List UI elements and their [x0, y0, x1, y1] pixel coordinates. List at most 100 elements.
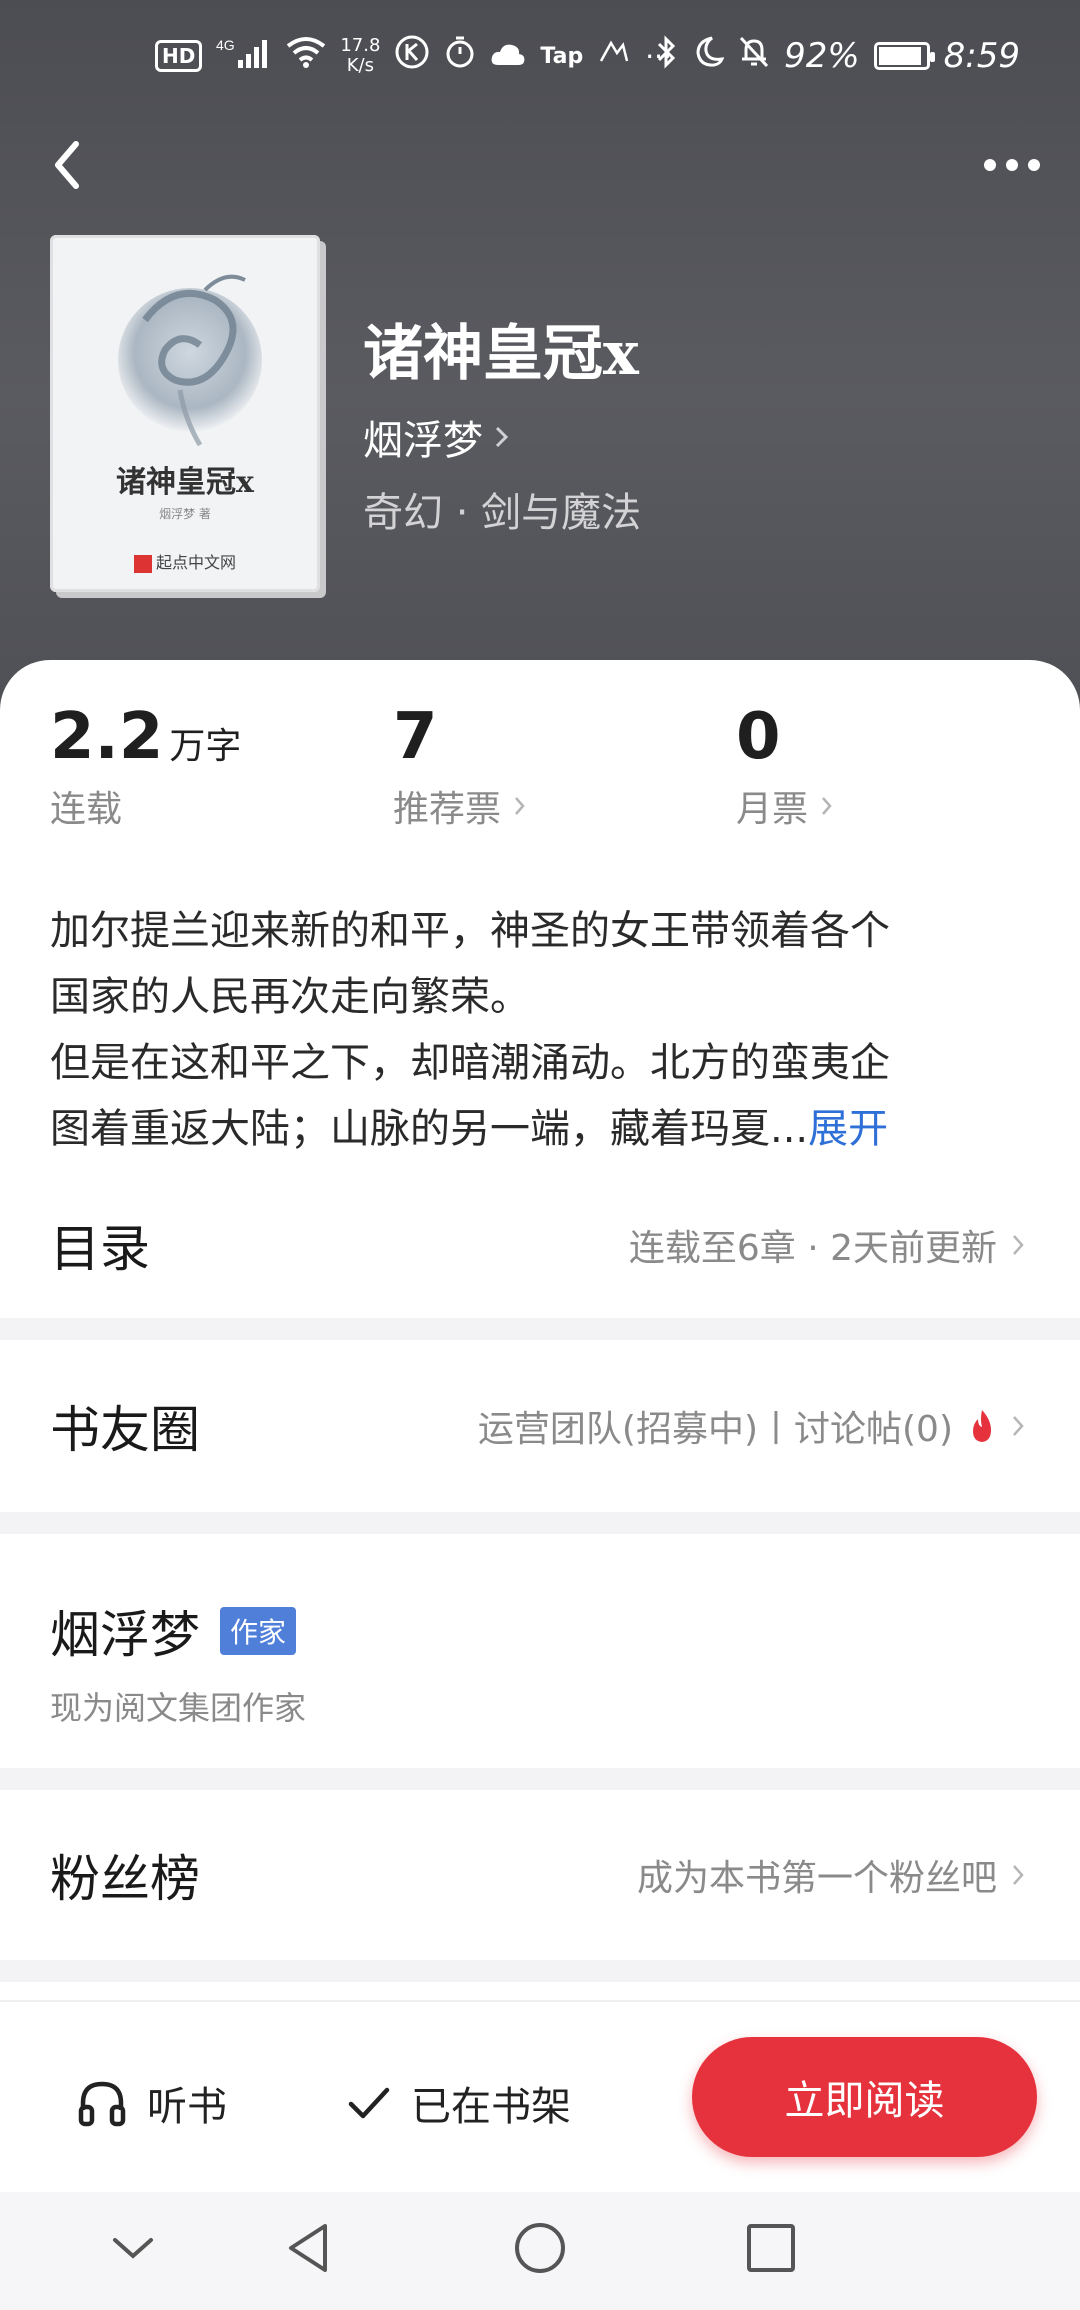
community-row[interactable]: 书友圈 运营团队(招募中)丨讨论帖(0)	[0, 1340, 1080, 1512]
net-speed-value: 17.8	[340, 35, 381, 56]
listen-button[interactable]: 听书	[75, 2074, 227, 2132]
triangle-back-icon[interactable]	[283, 2220, 333, 2276]
toc-info: 连载至6章 · 2天前更新	[629, 1219, 1025, 1271]
author-name: 烟浮梦	[50, 1606, 200, 1664]
serial-status-label: 连载	[50, 780, 241, 832]
status-right: 92% 8:59	[656, 34, 1020, 78]
recommend-votes-text: 推荐票	[393, 789, 502, 830]
k-app-icon	[394, 34, 430, 78]
bookshelf-label: 已在书架	[411, 2084, 571, 2130]
toc-info-text: 连载至6章 · 2天前更新	[628, 1228, 997, 1269]
book-description[interactable]: 加尔提兰迎来新的和平，神圣的女王带领着各个 国家的人民再次走向繁荣。 但是在这和…	[50, 898, 1030, 1162]
checkmark-icon	[348, 2087, 390, 2119]
signal-icon: 4G	[216, 36, 272, 77]
community-title: 书友圈	[50, 1401, 200, 1459]
word-count-value: 2.2	[50, 700, 164, 774]
fans-title: 粉丝榜	[50, 1850, 200, 1908]
monthly-votes-label: 月票	[736, 780, 834, 832]
publisher-logo-icon	[133, 554, 152, 573]
author-subtitle: 现为阅文集团作家	[50, 1689, 307, 1727]
chevron-right-icon	[1013, 1865, 1024, 1885]
more-options-button[interactable]	[972, 145, 1052, 185]
book-genre: 奇幻 · 剑与魔法	[363, 490, 642, 536]
status-bar: HD 4G 17.8 K/s Tap ··· 92% 8:59	[0, 28, 1080, 98]
cover-author: 烟浮梦 著	[159, 507, 211, 521]
circle-home-icon[interactable]	[512, 2220, 568, 2276]
chevron-right-icon	[1013, 1235, 1024, 1255]
monthly-votes-value: 0	[736, 700, 781, 774]
serial-status-text: 连载	[50, 789, 123, 830]
toc-row[interactable]: 目录 连载至6章 · 2天前更新	[0, 1200, 1080, 1290]
chevron-right-icon	[495, 426, 509, 448]
description-line-text: 图着重返大陆；山脉的另一端，藏着玛夏...	[50, 1106, 809, 1152]
chevron-right-icon	[1013, 1416, 1024, 1436]
battery-fill	[878, 47, 921, 65]
read-now-button[interactable]: 立即阅读	[692, 2037, 1037, 2157]
cloud-icon	[490, 37, 526, 75]
description-line-last: 图着重返大陆；山脉的另一端，藏着玛夏...展开	[50, 1096, 1030, 1162]
hd-badge: HD	[155, 40, 203, 72]
monthly-votes-stat[interactable]: 0 月票	[736, 700, 834, 832]
book-cover[interactable]: 诸神皇冠x 烟浮梦 著 起点中文网	[50, 235, 320, 592]
author-name-line: 烟浮梦 作家	[50, 1595, 306, 1667]
more-dot	[984, 159, 996, 171]
recommend-votes-stat[interactable]: 7 推荐票	[393, 700, 527, 832]
notification-app-icon	[597, 37, 631, 75]
chevron-right-icon	[515, 797, 525, 815]
tap-app-badge: Tap	[540, 43, 584, 69]
timer-icon	[444, 35, 476, 77]
system-nav-bar	[0, 2192, 1080, 2310]
book-title: 诸神皇冠x	[363, 319, 639, 389]
net-speed-unit: K/s	[346, 55, 374, 76]
more-dot	[1028, 159, 1040, 171]
bottom-action-bar: 听书 已在书架 立即阅读	[0, 2000, 1080, 2192]
section-divider	[0, 1960, 1080, 1982]
clock: 8:59	[943, 36, 1020, 76]
back-button[interactable]	[42, 135, 92, 195]
community-info-text: 运营团队(招募中)丨讨论帖(0)	[477, 1409, 953, 1450]
flame-icon	[973, 1410, 991, 1442]
description-line: 国家的人民再次走向繁荣。	[50, 974, 530, 1020]
moon-icon	[692, 35, 725, 77]
description-line: 但是在这和平之下，却暗潮涌动。北方的蛮夷企	[50, 1040, 890, 1086]
cover-title: 诸神皇冠x	[116, 465, 254, 500]
toc-title: 目录	[50, 1220, 150, 1278]
word-count-unit: 万字	[169, 726, 242, 767]
description-line: 加尔提兰迎来新的和平，神圣的女王带领着各个	[50, 908, 890, 954]
book-author-link[interactable]: 烟浮梦	[363, 408, 511, 466]
recommend-votes-label: 推荐票	[393, 780, 527, 832]
bookshelf-button[interactable]: 已在书架	[345, 2074, 571, 2132]
section-divider	[0, 1512, 1080, 1534]
headphones-icon	[78, 2081, 126, 2127]
battery-percent: 92%	[784, 36, 860, 76]
expand-link[interactable]: 展开	[808, 1106, 888, 1152]
fans-row[interactable]: 粉丝榜 成为本书第一个粉丝吧	[0, 1790, 1080, 1960]
fans-info-text: 成为本书第一个粉丝吧	[636, 1858, 997, 1899]
listen-label: 听书	[147, 2084, 227, 2130]
book-header: HD 4G 17.8 K/s Tap ··· 92% 8:59 诸神皇冠x 烟浮…	[0, 0, 1080, 720]
community-info: 运营团队(招募中)丨讨论帖(0)	[478, 1400, 1025, 1452]
fans-info: 成为本书第一个粉丝吧	[637, 1849, 1025, 1901]
bell-muted-icon	[738, 35, 770, 77]
author-section[interactable]: 烟浮梦 作家 现为阅文集团作家	[50, 1595, 306, 1729]
cover-publisher: 起点中文网	[50, 549, 320, 573]
monthly-votes-text: 月票	[736, 789, 809, 830]
cover-publisher-name: 起点中文网	[155, 553, 236, 572]
cover-dragon-illustration	[118, 274, 262, 447]
battery-icon	[873, 42, 935, 70]
status-left: HD 4G 17.8 K/s Tap ···	[155, 34, 672, 78]
chevron-down-icon[interactable]	[110, 2234, 156, 2264]
section-divider	[0, 1768, 1080, 1790]
word-count-stat: 2.2 万字 连载	[50, 700, 241, 832]
stats-row: 2.2 万字 连载 7 推荐票 0 月票	[0, 660, 1080, 860]
bluetooth-icon	[656, 34, 678, 78]
back-arrow-icon	[55, 141, 79, 189]
svg-text:4G: 4G	[216, 37, 235, 53]
chevron-right-icon	[822, 797, 832, 815]
net-speed: 17.8 K/s	[340, 36, 380, 76]
book-author-name: 烟浮梦	[363, 418, 483, 464]
square-recents-icon[interactable]	[745, 2222, 797, 2274]
more-dot	[1006, 159, 1018, 171]
wifi-icon	[286, 36, 326, 76]
section-divider	[0, 1318, 1080, 1340]
